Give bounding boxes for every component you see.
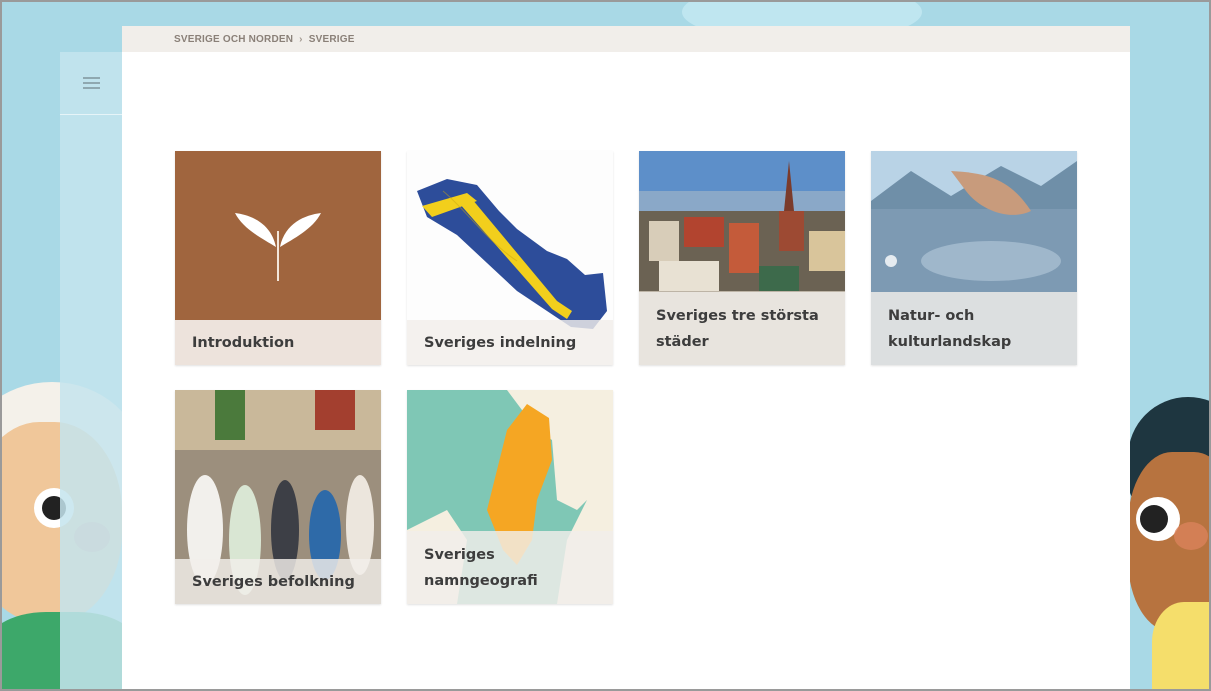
tile-label: Sveriges tre största städer	[639, 292, 845, 365]
tile-natur-och-kulturlandskap[interactable]: Natur- och kulturlandskap	[871, 151, 1077, 365]
tile-label: Introduktion	[175, 320, 381, 365]
sidebar	[60, 52, 122, 689]
right-character-cheek	[1174, 522, 1208, 550]
tile-sveriges-namngeografi[interactable]: Sveriges namngeografi	[407, 390, 613, 604]
breadcrumb-item-sverige[interactable]: SVERIGE	[309, 34, 355, 45]
tile-sveriges-tre-storsta-stader[interactable]: Sveriges tre största städer	[639, 151, 845, 365]
tile-label: Sveriges indelning	[407, 320, 613, 365]
tile-sveriges-befolkning[interactable]: Sveriges befolkning	[175, 390, 381, 604]
right-character-shirt	[1152, 602, 1209, 689]
breadcrumb-item-sverige-och-norden[interactable]: SVERIGE OCH NORDEN	[174, 34, 293, 45]
tile-label: Sveriges befolkning	[175, 559, 381, 604]
menu-button[interactable]	[60, 52, 122, 115]
breadcrumb-separator: ›	[299, 33, 303, 45]
hamburger-icon	[82, 77, 100, 89]
tile-sveriges-indelning[interactable]: Sveriges indelning	[407, 151, 613, 365]
right-character-pupil	[1140, 505, 1168, 533]
tile-label: Natur- och kulturlandskap	[871, 292, 1077, 365]
tile-label: Sveriges namngeografi	[407, 531, 613, 604]
content-panel: SVERIGE OCH NORDEN › SVERIGE Introduktio…	[122, 26, 1130, 689]
app-viewport: SVERIGE OCH NORDEN › SVERIGE Introduktio…	[0, 0, 1211, 691]
tile-introduktion[interactable]: Introduktion	[175, 151, 381, 365]
breadcrumb: SVERIGE OCH NORDEN › SVERIGE	[122, 26, 1130, 52]
